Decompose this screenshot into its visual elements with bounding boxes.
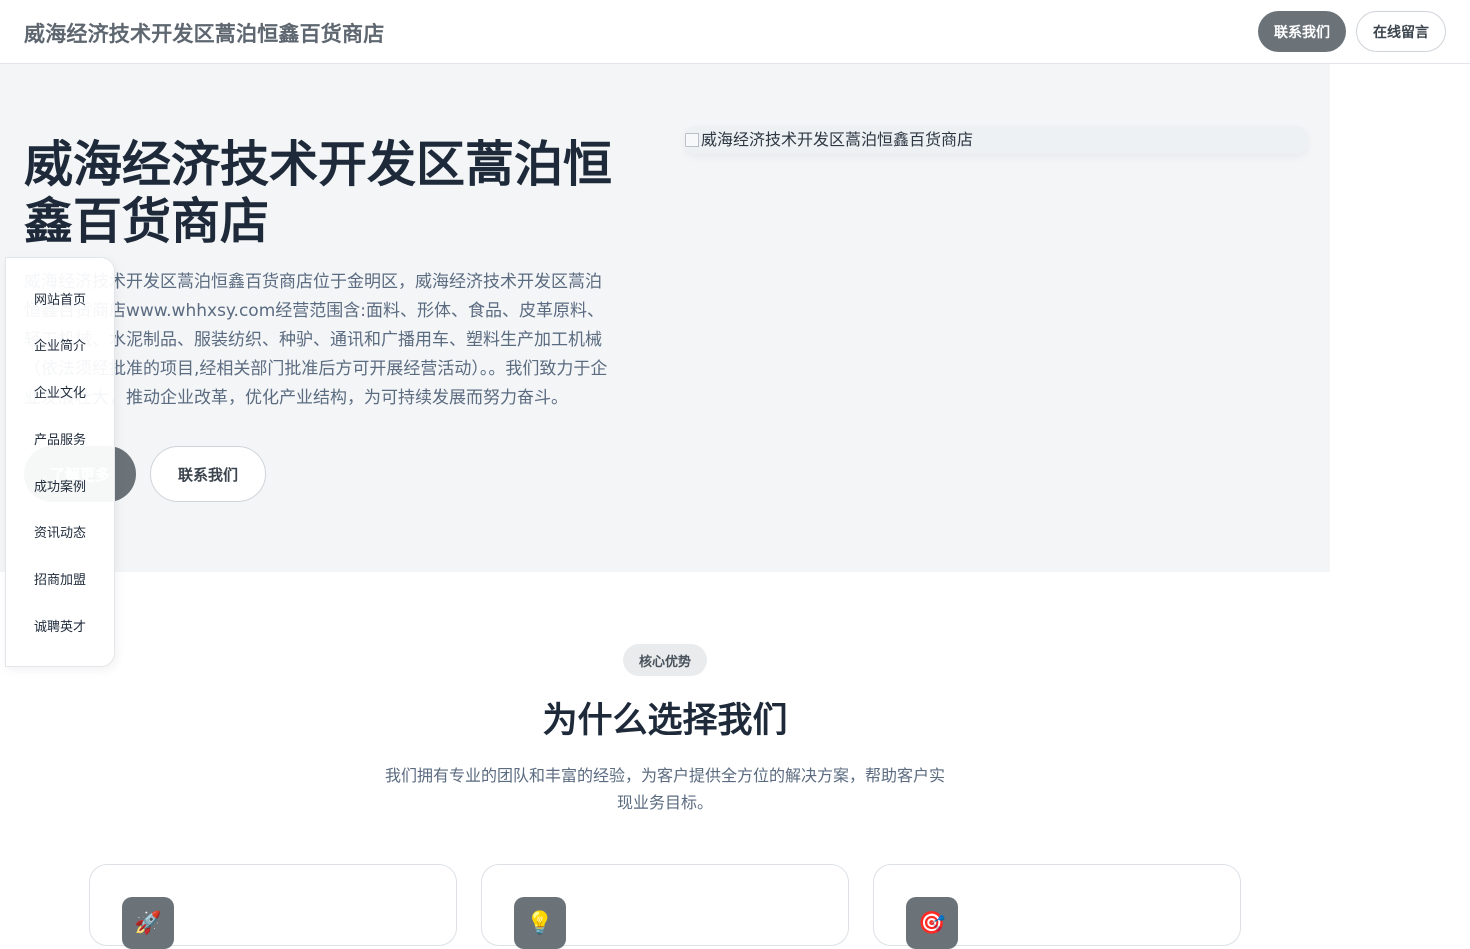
- sidenav-item-products[interactable]: 产品服务: [34, 429, 86, 448]
- sidenav-item-culture[interactable]: 企业文化: [34, 382, 86, 401]
- top-navbar: 威海经济技术开发区蒿泊恒鑫百货商店 联系我们 在线留言: [0, 0, 1470, 64]
- broken-image-icon: [685, 133, 699, 147]
- section-title: 为什么选择我们: [542, 701, 788, 741]
- contact-us-button[interactable]: 联系我们: [1258, 11, 1346, 52]
- target-icon: 🎯: [906, 897, 958, 949]
- online-message-button[interactable]: 在线留言: [1356, 11, 1446, 52]
- sidenav-item-franchise[interactable]: 招商加盟: [34, 569, 86, 588]
- side-navigation: 网站首页 企业简介 企业文化 产品服务 成功案例 资讯动态 招商加盟 诚聘英才: [5, 257, 115, 667]
- feature-card: 🎯: [873, 864, 1241, 949]
- hero-contact-button[interactable]: 联系我们: [150, 446, 266, 502]
- sidenav-item-news[interactable]: 资讯动态: [34, 522, 86, 541]
- sidenav-item-careers[interactable]: 诚聘英才: [34, 616, 86, 635]
- hero-image: 威海经济技术开发区蒿泊恒鑫百货商店: [685, 126, 1307, 154]
- site-brand[interactable]: 威海经济技术开发区蒿泊恒鑫百货商店: [24, 18, 384, 48]
- section-badge: 核心优势: [623, 644, 707, 676]
- rocket-icon: 🚀: [122, 897, 174, 949]
- sidenav-item-cases[interactable]: 成功案例: [34, 476, 86, 495]
- hero-title: 威海经济技术开发区蒿泊恒鑫百货商店: [24, 136, 613, 250]
- hero-image-alt-text: 威海经济技术开发区蒿泊恒鑫百货商店: [701, 130, 974, 149]
- section-subtitle: 我们拥有专业的团队和丰富的经验，为客户提供全方位的解决方案，帮助客户实现业务目标…: [384, 766, 945, 812]
- feature-card: 💡: [481, 864, 849, 949]
- lightbulb-icon: 💡: [514, 897, 566, 949]
- hero-section: 威海经济技术开发区蒿泊恒鑫百货商店 威海经济技术开发区蒿泊恒鑫百货商店位于金明区…: [0, 64, 1330, 572]
- feature-card: 🚀: [89, 864, 457, 949]
- sidenav-item-home[interactable]: 网站首页: [34, 289, 86, 308]
- sidenav-item-about[interactable]: 企业简介: [34, 335, 86, 354]
